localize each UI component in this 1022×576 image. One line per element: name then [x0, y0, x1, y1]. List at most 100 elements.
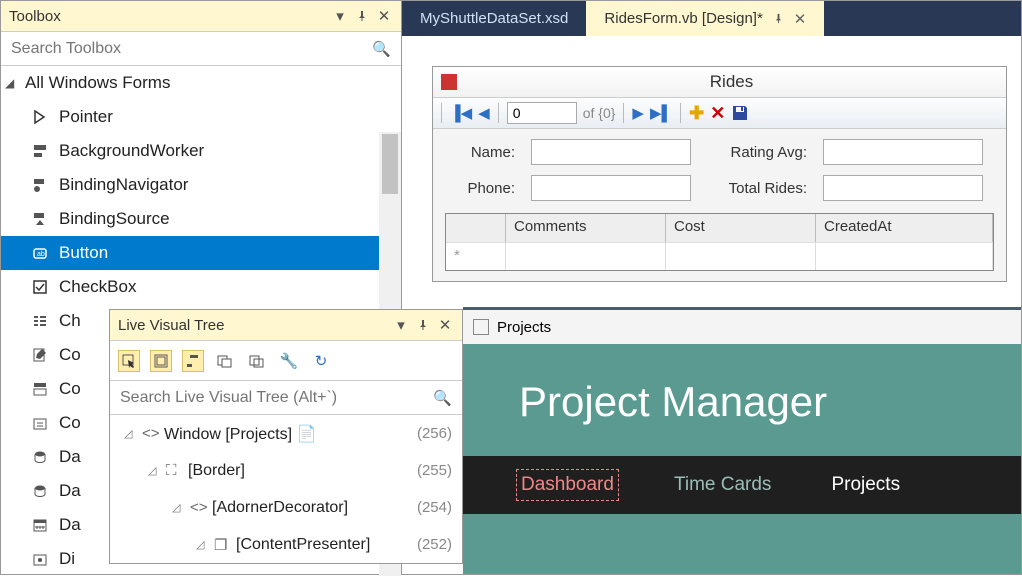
- toolbox-search[interactable]: 🔍: [1, 32, 401, 66]
- control-icon: [29, 310, 51, 332]
- lvt-row[interactable]: ◿<>[AdornerDecorator](254): [110, 489, 462, 526]
- lvt-select-icon[interactable]: [118, 350, 140, 372]
- close-icon[interactable]: ✕: [375, 7, 393, 25]
- total-input[interactable]: [823, 175, 983, 201]
- expand-icon[interactable]: ◿: [196, 538, 210, 551]
- expand-icon[interactable]: ◿: [124, 427, 138, 440]
- control-icon: ab: [29, 242, 51, 264]
- window-icon: [473, 319, 489, 335]
- toolbox-category[interactable]: ◢ All Windows Forms: [1, 66, 401, 100]
- lvt-tree: ◿<>Window [Projects] 📄(256)◿⛶[Border](25…: [110, 415, 462, 563]
- control-icon: [29, 446, 51, 468]
- element-icon: <>: [142, 425, 160, 442]
- pin-icon[interactable]: [773, 13, 784, 24]
- control-icon: [29, 344, 51, 366]
- nav-save-icon[interactable]: [731, 104, 749, 122]
- expand-icon[interactable]: ◿: [148, 464, 162, 477]
- nav-add-icon[interactable]: ✚: [689, 103, 704, 124]
- datagrid-newrow[interactable]: *: [446, 242, 993, 270]
- search-input[interactable]: [11, 40, 372, 58]
- toolbox-item-bindingnavigator[interactable]: BindingNavigator: [1, 168, 401, 202]
- pm-tab-dashboard[interactable]: Dashboard: [521, 474, 614, 496]
- scrollbar-thumb[interactable]: [382, 134, 398, 194]
- toolbox-item-pointer[interactable]: Pointer: [1, 100, 401, 134]
- dropdown-icon[interactable]: ▾: [331, 7, 349, 25]
- lvt-layout-icon[interactable]: [150, 350, 172, 372]
- control-icon: [29, 106, 51, 128]
- pm-tab-projects[interactable]: Projects: [831, 474, 900, 496]
- control-icon: [29, 140, 51, 162]
- nav-of-label: of {0}: [583, 105, 616, 121]
- pm-titlebar: Projects: [463, 310, 1021, 344]
- form-designer: Rides ▐◀ ◀ 0 of {0} ▶ ▶▌ ✚ ✕ Name: Ratin…: [402, 36, 1021, 307]
- form-icon: [441, 74, 457, 90]
- lvt-refresh-icon[interactable]: ↻: [310, 350, 332, 372]
- lvt-search-input[interactable]: [120, 389, 433, 407]
- close-icon[interactable]: ✕: [794, 10, 807, 28]
- pm-hero-title: Project Manager: [519, 378, 1011, 426]
- control-icon: [29, 208, 51, 230]
- lvt-title: Live Visual Tree: [118, 317, 388, 334]
- nav-prev-icon[interactable]: ◀: [478, 104, 490, 122]
- pm-hero: Project Manager: [463, 344, 1021, 456]
- lvt-header: Live Visual Tree ▾ ✕: [110, 310, 462, 341]
- lvt-search[interactable]: 🔍: [110, 381, 462, 415]
- lvt-collapse-icon[interactable]: [246, 350, 268, 372]
- nav-delete-icon[interactable]: ✕: [710, 103, 725, 124]
- toolbox-item-bindingsource[interactable]: BindingSource: [1, 202, 401, 236]
- control-icon: [29, 174, 51, 196]
- lvt-toolbar: 🔧 ↻: [110, 341, 462, 381]
- pm-window-title: Projects: [497, 319, 551, 336]
- control-icon: [29, 378, 51, 400]
- binding-navigator: ▐◀ ◀ 0 of {0} ▶ ▶▌ ✚ ✕: [433, 97, 1006, 129]
- form-body: Name: Rating Avg: Phone: Total Rides: Co…: [433, 129, 1006, 281]
- datagrid[interactable]: Comments Cost CreatedAt *: [445, 213, 994, 271]
- tab-ridesform[interactable]: RidesForm.vb [Design]* ✕: [586, 1, 824, 36]
- project-manager-window: Projects Project Manager Dashboard Time …: [463, 307, 1021, 574]
- chevron-down-icon: ◢: [5, 76, 19, 90]
- control-icon: [29, 480, 51, 502]
- control-icon: [29, 548, 51, 570]
- toolbox-item-backgroundworker[interactable]: BackgroundWorker: [1, 134, 401, 168]
- control-icon: [29, 514, 51, 536]
- nav-next-icon[interactable]: ▶: [632, 104, 644, 122]
- document-tabs: MyShuttleDataSet.xsd RidesForm.vb [Desig…: [402, 1, 1021, 36]
- pm-tab-timecards[interactable]: Time Cards: [674, 474, 771, 496]
- lvt-row[interactable]: ◿❐[ContentPresenter](252): [110, 526, 462, 563]
- expand-icon[interactable]: ◿: [172, 501, 186, 514]
- lvt-row[interactable]: ◿<>Window [Projects] 📄(256): [110, 415, 462, 452]
- pin-icon[interactable]: [414, 316, 432, 334]
- rating-label: Rating Avg:: [707, 144, 807, 161]
- lvt-wrench-icon[interactable]: 🔧: [278, 350, 300, 372]
- toolbox-item-checkbox[interactable]: CheckBox: [1, 270, 401, 304]
- live-visual-tree-panel: Live Visual Tree ▾ ✕ 🔧 ↻ 🔍 ◿<>Window [Pr…: [109, 309, 463, 564]
- phone-input[interactable]: [531, 175, 691, 201]
- search-icon[interactable]: 🔍: [433, 389, 452, 407]
- element-icon: ❐: [214, 536, 232, 554]
- nav-last-icon[interactable]: ▶▌: [650, 104, 672, 122]
- pm-nav: Dashboard Time Cards Projects: [463, 456, 1021, 514]
- element-icon: ⛶: [166, 462, 184, 479]
- name-label: Name:: [445, 144, 515, 161]
- toolbox-header: Toolbox ▾ ✕: [1, 1, 401, 32]
- nav-position-input[interactable]: 0: [507, 102, 577, 124]
- control-icon: [29, 276, 51, 298]
- dropdown-icon[interactable]: ▾: [392, 316, 410, 334]
- svg-text:ab: ab: [37, 251, 45, 258]
- rating-input[interactable]: [823, 139, 983, 165]
- lvt-track-icon[interactable]: [182, 350, 204, 372]
- lvt-preview-icon[interactable]: [214, 350, 236, 372]
- close-icon[interactable]: ✕: [436, 316, 454, 334]
- name-input[interactable]: [531, 139, 691, 165]
- toolbox-item-button[interactable]: abButton: [1, 236, 401, 270]
- form-title: Rides: [465, 72, 998, 92]
- form-titlebar: Rides: [433, 67, 1006, 97]
- total-label: Total Rides:: [707, 180, 807, 197]
- toolbox-title: Toolbox: [9, 8, 327, 25]
- search-icon[interactable]: 🔍: [372, 40, 391, 58]
- tab-dataset[interactable]: MyShuttleDataSet.xsd: [402, 1, 586, 36]
- pin-icon[interactable]: [353, 7, 371, 25]
- phone-label: Phone:: [445, 180, 515, 197]
- lvt-row[interactable]: ◿⛶[Border](255): [110, 452, 462, 489]
- nav-first-icon[interactable]: ▐◀: [450, 104, 472, 122]
